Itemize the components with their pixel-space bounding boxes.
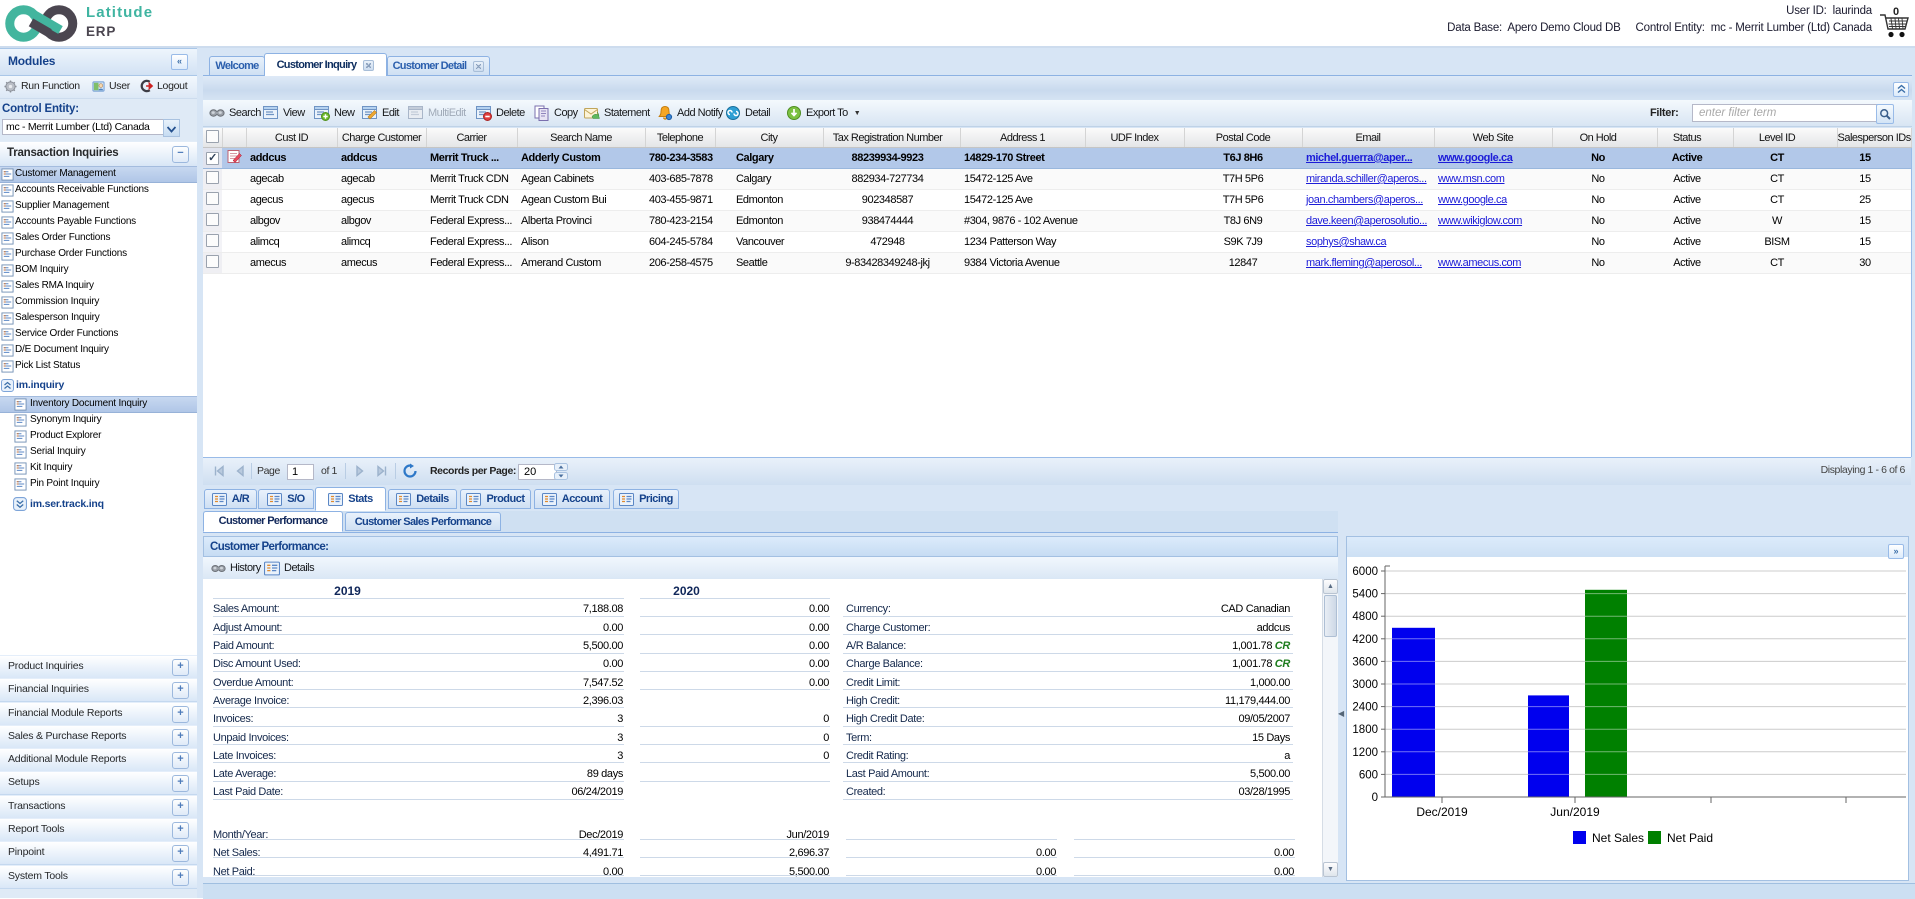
svg-text:1200: 1200 — [1352, 747, 1378, 759]
svg-text:0: 0 — [1372, 792, 1378, 804]
svg-text:2400: 2400 — [1352, 702, 1378, 714]
svg-text:4200: 4200 — [1352, 634, 1378, 646]
svg-text:4800: 4800 — [1352, 611, 1378, 623]
svg-text:6000: 6000 — [1352, 566, 1378, 578]
svg-text:3600: 3600 — [1352, 656, 1378, 668]
svg-text:Jun/2019: Jun/2019 — [1550, 805, 1600, 819]
svg-text:5400: 5400 — [1352, 589, 1378, 601]
svg-text:Net Sales: Net Sales — [1592, 831, 1644, 845]
svg-text:Dec/2019: Dec/2019 — [1416, 805, 1468, 819]
svg-text:3000: 3000 — [1352, 679, 1378, 691]
svg-text:1800: 1800 — [1352, 724, 1378, 736]
svg-text:Net Paid: Net Paid — [1667, 831, 1713, 845]
svg-text:600: 600 — [1359, 769, 1378, 781]
